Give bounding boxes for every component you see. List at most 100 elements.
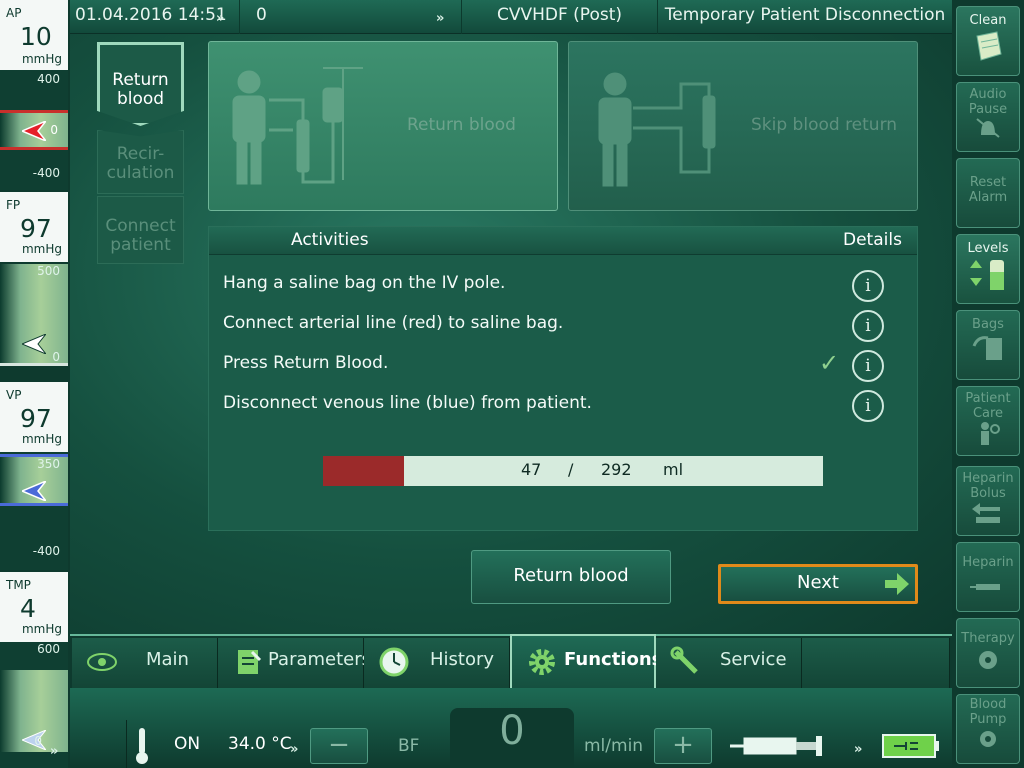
- tmp-more-icon[interactable]: »: [50, 744, 59, 759]
- ap-scale: 400 0 -400: [0, 70, 68, 190]
- patient-care-button[interactable]: Patient Care: [956, 386, 1020, 456]
- tab-functions[interactable]: Functions: [510, 634, 662, 690]
- return-blood-card[interactable]: Return blood: [208, 41, 558, 211]
- return-blood-button[interactable]: Return blood: [471, 550, 671, 604]
- info-button-1[interactable]: i: [852, 270, 884, 302]
- vp-value: 97: [20, 404, 52, 433]
- heparin-button[interactable]: Heparin: [956, 542, 1020, 612]
- tab-history[interactable]: History: [364, 638, 510, 688]
- clean-button[interactable]: Clean: [956, 6, 1020, 76]
- heparin-bolus-line1: Heparin: [962, 471, 1014, 486]
- syringe-more-icon[interactable]: »: [854, 742, 863, 757]
- skip-return-diagram-icon: [598, 72, 716, 187]
- activities-heading: Activities: [291, 230, 369, 250]
- step-return-blood-line2: blood: [116, 89, 165, 109]
- therapy-button[interactable]: Therapy: [956, 618, 1020, 688]
- heparin-bolus-button[interactable]: Heparin Bolus: [956, 466, 1020, 536]
- progress-bar: 47 / 292 ml: [323, 456, 823, 486]
- levels-button[interactable]: Levels: [956, 234, 1020, 304]
- wrench-icon: [670, 646, 698, 674]
- tmp-value: 4: [20, 594, 36, 623]
- bf-label: BF: [398, 736, 420, 756]
- skip-blood-return-card[interactable]: Skip blood return: [568, 41, 918, 211]
- fp-bar: 500 0: [0, 264, 68, 366]
- tmp-name: TMP: [6, 578, 31, 592]
- return-blood-card-label: Return blood: [407, 115, 516, 135]
- progress-total: 292: [601, 460, 632, 479]
- step-recirculation[interactable]: Recir- culation: [97, 130, 184, 194]
- reset-alarm-line2: Alarm: [968, 190, 1008, 205]
- bags-label: Bags: [972, 317, 1004, 332]
- step-connect-patient[interactable]: Connect patient: [97, 196, 184, 264]
- ap-lower-limit: -400: [32, 166, 60, 180]
- step-recirculation-line1: Recir-: [116, 144, 165, 164]
- bf-minus-button[interactable]: −: [310, 728, 368, 764]
- patient-icon: [981, 422, 1000, 445]
- syringe-small-icon: [970, 584, 1000, 590]
- bf-plus-button[interactable]: +: [654, 728, 712, 764]
- info-button-2[interactable]: i: [852, 310, 884, 342]
- bags-button[interactable]: Bags: [956, 310, 1020, 380]
- levels-label: Levels: [967, 241, 1009, 256]
- audio-pause-line1: Audio: [969, 87, 1007, 102]
- right-button-column: Clean Audio Pause Reset Alarm Levels Bag…: [952, 0, 1024, 768]
- datetime: 01.04.2016 14:51: [75, 5, 227, 25]
- progress-unit: ml: [663, 460, 684, 479]
- divider: [126, 720, 127, 768]
- notepad-icon: [238, 650, 262, 674]
- heparin-bolus-line2: Bolus: [970, 486, 1006, 501]
- bottom-bar: ON 34.0 °C » − BF 0 ml/min + »: [70, 688, 952, 768]
- blood-pump-button[interactable]: Blood Pump: [956, 694, 1020, 764]
- blood-pump-line2: Pump: [969, 712, 1007, 727]
- progress-fill: [323, 456, 404, 486]
- next-button[interactable]: Next: [718, 564, 918, 604]
- skip-blood-return-card-label: Skip blood return: [751, 115, 898, 135]
- tmp-lower-limit: 0: [34, 734, 42, 748]
- ap-value: 10: [20, 22, 52, 51]
- info-button-4[interactable]: i: [852, 390, 884, 422]
- counter-cell[interactable]: 0 »: [244, 0, 462, 34]
- info-button-3[interactable]: i: [852, 350, 884, 382]
- main-panel: Return blood Recir- culation Connect pat…: [70, 34, 952, 634]
- heparin-bolus-icon: [972, 503, 1000, 523]
- blood-pump-line1: Blood: [969, 697, 1007, 712]
- clean-label: Clean: [969, 13, 1007, 28]
- counter-more-icon: »: [436, 11, 445, 26]
- heparin-label: Heparin: [962, 555, 1014, 570]
- next-label: Next: [797, 572, 839, 593]
- vp-upper-limit: 350: [37, 457, 60, 471]
- tab-parameters[interactable]: Parameters: [218, 638, 371, 688]
- levels-icon: [970, 260, 1004, 290]
- step-return-blood[interactable]: Return blood: [97, 42, 184, 126]
- fp-display[interactable]: FP 97 mmHg: [0, 192, 68, 262]
- progress-separator: /: [568, 460, 574, 479]
- tab-main[interactable]: Main: [72, 638, 218, 688]
- ap-display[interactable]: AP 10 mmHg: [0, 0, 68, 70]
- datetime-cell[interactable]: 01.04.2016 14:51 »: [70, 0, 240, 34]
- ap-pointer-icon: [22, 121, 46, 141]
- vp-display[interactable]: VP 97 mmHg: [0, 382, 68, 452]
- tmp-unit: mmHg: [21, 622, 62, 636]
- fp-value: 97: [20, 214, 52, 243]
- vp-pointer-icon: [22, 481, 46, 501]
- patient-care-line1: Patient: [965, 391, 1011, 406]
- progress-current: 47: [521, 460, 542, 479]
- activity-item-4: Disconnect venous line (blue) from patie…: [223, 393, 592, 413]
- arrow-right-icon: [885, 573, 909, 595]
- tab-service[interactable]: Service: [656, 638, 802, 688]
- therapy-icon: [979, 651, 997, 669]
- reset-alarm-button[interactable]: Reset Alarm: [956, 158, 1020, 228]
- patient-care-line2: Care: [972, 406, 1004, 421]
- ap-name: AP: [6, 6, 22, 20]
- tmp-display[interactable]: TMP 4 mmHg: [0, 572, 68, 642]
- audio-pause-button[interactable]: Audio Pause: [956, 82, 1020, 152]
- therapy-mode: CVVHDF (Post): [462, 0, 658, 34]
- tab-functions-label: Functions: [564, 649, 663, 670]
- vp-name: VP: [6, 388, 22, 402]
- fp-pointer-icon: [22, 334, 46, 354]
- step-recirculation-line2: culation: [106, 163, 175, 183]
- temperature-more-icon[interactable]: »: [290, 742, 299, 757]
- activity-item-3: Press Return Blood.: [223, 353, 389, 373]
- battery-plug-icon: [882, 734, 939, 758]
- syringe-icon[interactable]: [730, 732, 826, 760]
